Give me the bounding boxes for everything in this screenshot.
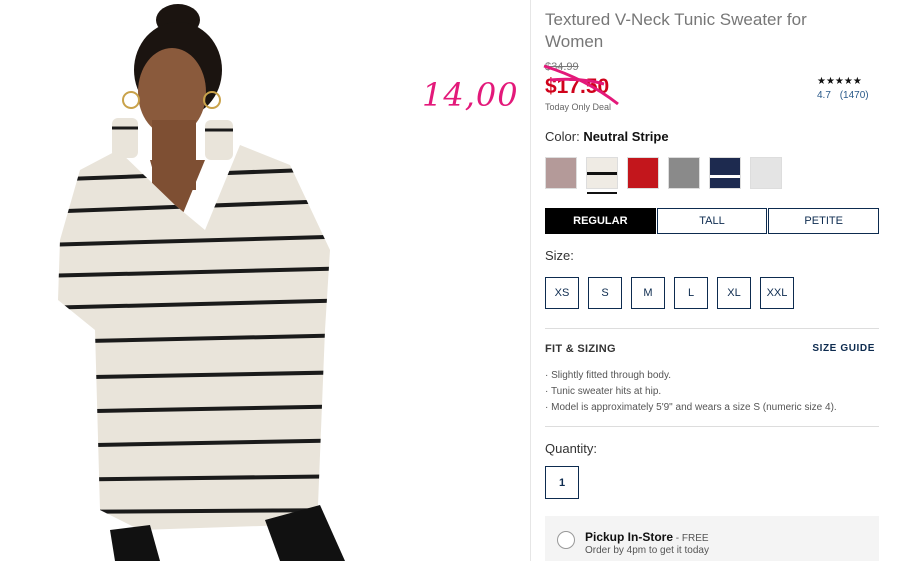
fit-selector: REGULAR TALL PETITE <box>545 208 880 234</box>
handwritten-price-annotation: 14,00 <box>422 76 519 114</box>
divider <box>545 426 879 427</box>
column-divider <box>530 0 531 561</box>
list-item: Tunic sweater hits at hip. <box>545 384 837 400</box>
swatch-red[interactable] <box>627 157 659 189</box>
rating-count: (1470) <box>839 90 869 101</box>
size-xl-button[interactable]: XL <box>717 277 751 309</box>
rating-value: 4.7 <box>817 90 831 101</box>
size-xs-button[interactable]: XS <box>545 277 579 309</box>
deal-label: Today Only Deal <box>545 102 612 112</box>
size-guide-link[interactable]: SIZE GUIDE <box>812 343 875 354</box>
swatch-light-gray[interactable] <box>750 157 782 189</box>
pickup-radio[interactable] <box>557 531 575 549</box>
pickup-subtitle: Order by 4pm to get it today <box>585 545 709 556</box>
fit-sizing-heading: FIT & SIZING <box>545 343 616 355</box>
list-item: Slightly fitted through body. <box>545 368 837 384</box>
size-l-button[interactable]: L <box>674 277 708 309</box>
swatch-heather-gray[interactable] <box>668 157 700 189</box>
color-label-text: Color: <box>545 129 580 144</box>
size-label: Size: <box>545 248 574 263</box>
pickup-title: Pickup In-Store - FREE <box>585 530 709 544</box>
size-xxl-button[interactable]: XXL <box>760 277 794 309</box>
selected-color-name: Neutral Stripe <box>583 129 669 144</box>
color-swatches <box>545 157 782 194</box>
swatch-navy-stripe[interactable] <box>709 157 741 189</box>
size-options: XS S M L XL XXL <box>545 277 794 309</box>
swatch-neutral-stripe[interactable] <box>586 157 618 194</box>
product-title: Textured V-Neck Tunic Sweater for Women <box>545 10 807 51</box>
fit-sizing-list: Slightly fitted through body. Tunic swea… <box>545 368 837 416</box>
product-image[interactable] <box>0 0 390 561</box>
handwritten-strike-mark <box>543 64 619 106</box>
pickup-title-text: Pickup In-Store <box>585 530 674 544</box>
list-item: Model is approximately 5'9" and wears a … <box>545 400 837 416</box>
pickup-option[interactable]: Pickup In-Store - FREE Order by 4pm to g… <box>545 516 879 561</box>
pickup-free: - FREE <box>673 533 709 544</box>
size-s-button[interactable]: S <box>588 277 622 309</box>
quantity-label: Quantity: <box>545 441 598 456</box>
fit-tall-button[interactable]: TALL <box>656 208 768 234</box>
size-m-button[interactable]: M <box>631 277 665 309</box>
model-photo-illustration <box>58 4 345 561</box>
divider <box>545 328 879 329</box>
rating-summary[interactable]: 4.7 (1470) <box>817 90 875 101</box>
fit-petite-button[interactable]: PETITE <box>768 208 880 234</box>
fit-regular-button[interactable]: REGULAR <box>545 208 656 234</box>
swatch-rose-heather[interactable] <box>545 157 577 189</box>
color-label: Color: Neutral Stripe <box>545 129 669 144</box>
quantity-input[interactable]: 1 <box>545 466 579 499</box>
rating-stars-icon[interactable]: ★★★★★ <box>817 76 862 87</box>
